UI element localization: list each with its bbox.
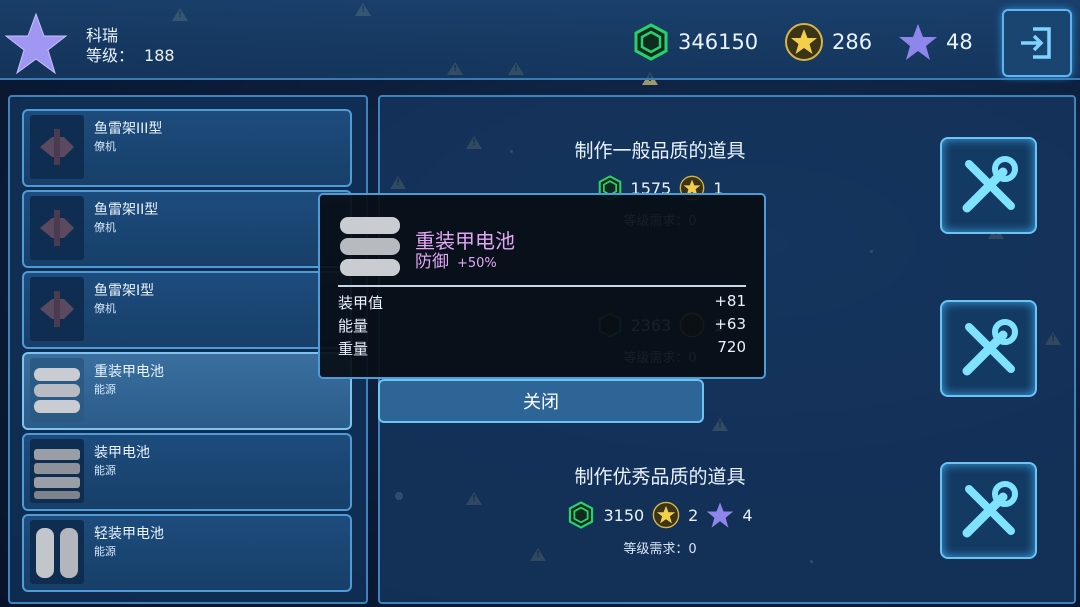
item-type: 僚机 xyxy=(94,140,116,153)
light-battery-icon xyxy=(30,520,84,584)
list-item-armor-battery[interactable]: 装甲电池 能源 xyxy=(22,433,352,511)
item-name: 轻装甲电池 xyxy=(94,526,164,542)
stat-label: 能量 xyxy=(338,317,369,335)
item-type: 能源 xyxy=(94,464,116,477)
level-label: 等级： xyxy=(86,46,135,65)
craft-requirement: 等级需求：0 xyxy=(623,542,697,557)
craft-normal-button[interactable] xyxy=(940,137,1037,234)
craft-cost: 3150 2 4 xyxy=(380,501,940,529)
craft-excellent-block: 制作优秀品质的道具 3150 2 4 等级需求：0 xyxy=(380,462,940,557)
credits-display: 346150 xyxy=(632,22,758,62)
gold-stars-display: 286 xyxy=(784,22,872,62)
craft-credits: 3150 xyxy=(603,505,645,525)
purple-stars-display: 48 xyxy=(898,22,973,62)
gold-star-icon xyxy=(785,23,823,61)
level-value: 188 xyxy=(144,46,175,65)
list-item-heavy-battery[interactable]: 重装甲电池 能源 xyxy=(22,352,352,430)
credits-value: 346150 xyxy=(678,30,759,54)
heavy-battery-icon xyxy=(30,358,84,422)
torpedo-rack-icon xyxy=(30,196,84,260)
tools-icon xyxy=(962,318,1018,375)
tools-icon xyxy=(962,155,1018,212)
stat-label: 重量 xyxy=(338,340,369,358)
craft-stars: 2 xyxy=(688,505,699,525)
purple-stars-value: 48 xyxy=(946,30,973,54)
credit-icon xyxy=(569,501,594,529)
exit-icon xyxy=(1021,27,1051,59)
torpedo-rack-icon xyxy=(30,277,84,341)
popup-item-effect: 防御 +50% xyxy=(415,247,497,272)
stat-value: +81 xyxy=(714,292,746,310)
torpedo-rack-icon xyxy=(30,115,84,179)
item-name: 鱼雷架I型 xyxy=(94,283,155,299)
item-type: 能源 xyxy=(94,383,116,396)
popup-effect-bonus: +50% xyxy=(457,256,497,271)
player-level: 等级： 188 xyxy=(86,42,185,66)
stat-value: 720 xyxy=(717,338,746,356)
item-type: 能源 xyxy=(94,545,116,558)
craft-fine-button[interactable] xyxy=(940,300,1037,397)
list-item-light-battery[interactable]: 轻装甲电池 能源 xyxy=(22,514,352,592)
craft-excellent-button[interactable] xyxy=(940,462,1037,559)
purple-star-icon xyxy=(707,502,734,528)
close-button[interactable]: 关闭 xyxy=(378,379,704,423)
list-item-torpedo-rack-3[interactable]: 鱼雷架III型 僚机 xyxy=(22,109,352,187)
popup-effect-label: 防御 xyxy=(415,252,449,272)
tools-icon xyxy=(962,480,1018,537)
gold-star-icon xyxy=(652,501,680,529)
gold-stars-value: 286 xyxy=(832,30,873,54)
battery-icon xyxy=(30,439,84,503)
item-detail-popup: 重装甲电池 防御 +50% 装甲值 +81 能量 +63 重量 720 xyxy=(318,193,766,379)
player-star-icon[interactable] xyxy=(4,12,68,76)
item-name: 重装甲电池 xyxy=(94,364,164,380)
credit-icon xyxy=(634,23,668,61)
top-bar: 科瑞 等级： 188 346150 286 48 xyxy=(0,0,1080,80)
craft-title: 制作优秀品质的道具 xyxy=(574,466,746,488)
stat-label: 装甲值 xyxy=(338,294,384,312)
purple-star-icon xyxy=(899,24,937,60)
craft-title: 制作一般品质的道具 xyxy=(574,140,746,162)
heavy-battery-icon xyxy=(340,217,400,276)
item-name: 装甲电池 xyxy=(94,445,150,461)
list-item-torpedo-rack-1[interactable]: 鱼雷架I型 僚机 xyxy=(22,271,352,349)
item-name: 鱼雷架III型 xyxy=(94,121,163,137)
item-name: 鱼雷架II型 xyxy=(94,202,159,218)
craft-purple: 4 xyxy=(742,505,753,525)
item-type: 僚机 xyxy=(94,221,116,234)
stat-value: +63 xyxy=(714,315,746,333)
list-item-torpedo-rack-2[interactable]: 鱼雷架II型 僚机 xyxy=(22,190,352,268)
item-type: 僚机 xyxy=(94,302,116,315)
divider xyxy=(338,285,746,287)
exit-button[interactable] xyxy=(1002,9,1072,77)
